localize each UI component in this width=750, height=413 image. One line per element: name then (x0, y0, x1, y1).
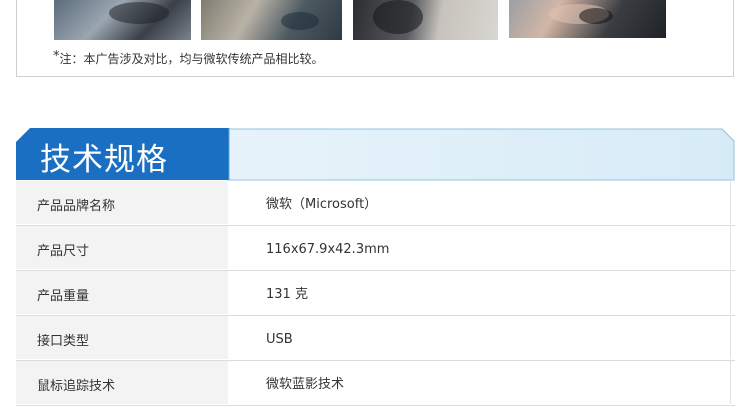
comparison-footnote: *注：本广告涉及对比，均与微软传统产品相比较。 (53, 49, 324, 67)
footnote-star: * (53, 49, 60, 64)
spec-table: 产品品牌名称 微软（Microsoft） 产品尺寸 116x67.9x42.3m… (16, 181, 735, 406)
product-photo-2 (201, 0, 342, 40)
spec-key: 接口类型 (16, 316, 228, 359)
spec-row-weight: 产品重量 131 克 (16, 271, 735, 316)
spec-value: USB (266, 332, 293, 347)
spec-row-brand: 产品品牌名称 微软（Microsoft） (16, 181, 735, 226)
spec-key: 产品重量 (16, 271, 228, 314)
spec-header: 技术规格 (16, 128, 735, 181)
spec-key: 产品尺寸 (16, 226, 228, 269)
spec-row-size: 产品尺寸 116x67.9x42.3mm (16, 226, 735, 271)
product-photo-3 (353, 0, 498, 40)
feature-section: *注：本广告涉及对比，均与微软传统产品相比较。 (16, 0, 734, 77)
spec-value: 微软蓝影技术 (266, 377, 345, 392)
spec-key: 产品品牌名称 (16, 181, 228, 224)
product-photo-1 (54, 0, 191, 40)
product-photo-4 (509, 0, 666, 38)
spec-key: 鼠标追踪技术 (16, 361, 228, 404)
spec-panel: 技术规格 产品品牌名称 微软（Microsoft） 产品尺寸 116x67.9x… (16, 128, 735, 406)
spec-value: 微软（Microsoft） (266, 197, 378, 212)
spec-value: 131 克 (266, 287, 308, 302)
spec-row-interface: 接口类型 USB (16, 316, 735, 361)
spec-title: 技术规格 (40, 142, 168, 178)
spec-value: 116x67.9x42.3mm (266, 242, 390, 257)
footnote-text: 注：本广告涉及对比，均与微软传统产品相比较。 (59, 52, 324, 66)
spec-row-tracking: 鼠标追踪技术 微软蓝影技术 (16, 361, 735, 406)
